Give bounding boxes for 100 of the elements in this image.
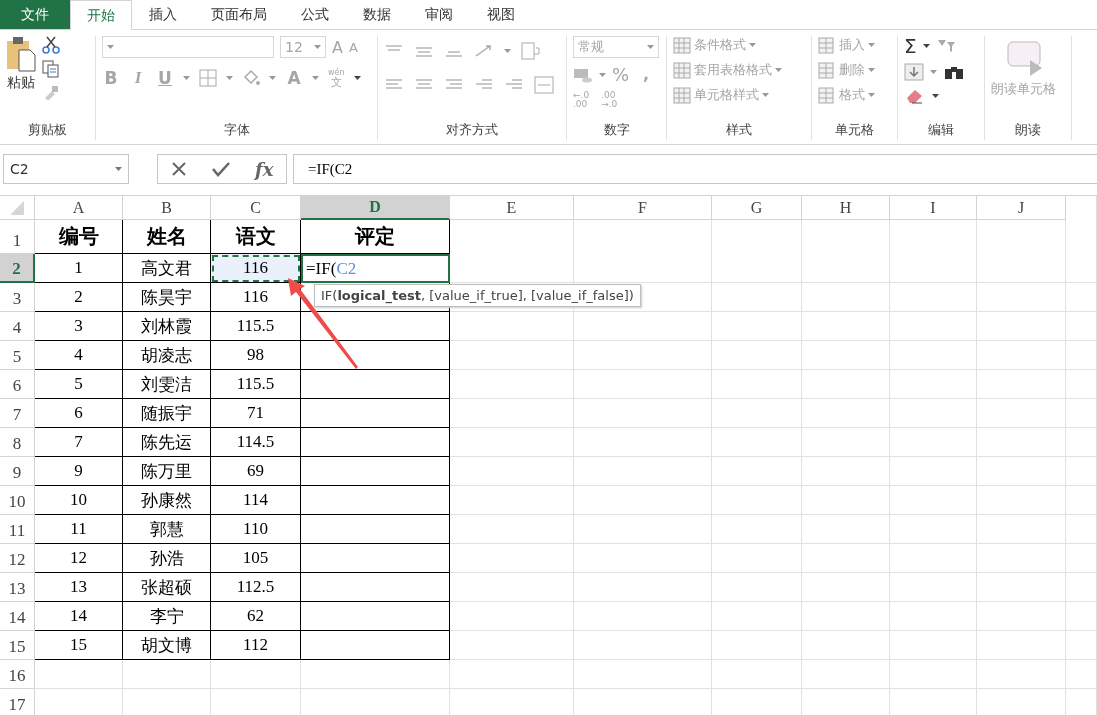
table-cell: 112.5 <box>211 573 301 602</box>
table-cell: 11 <box>35 515 123 544</box>
table-cell: 4 <box>35 341 123 370</box>
table-cell: 14 <box>35 602 123 631</box>
table-cell: 12 <box>35 544 123 573</box>
table-cell: 孙康然 <box>123 486 211 515</box>
group-label: 编辑 <box>927 121 955 139</box>
table-cell: 孙浩 <box>123 544 211 573</box>
column-header[interactable]: J <box>977 196 1066 220</box>
table-cell: 刘林霞 <box>123 312 211 341</box>
row-header[interactable]: 4 <box>0 312 35 341</box>
ribbon-tab[interactable]: 审阅 <box>408 0 470 29</box>
table-grid-icon <box>673 86 691 104</box>
table-cell: 116 <box>211 254 301 283</box>
ribbon-tab[interactable]: 公式 <box>284 0 346 29</box>
table-cell: 98 <box>211 341 301 370</box>
column-header[interactable]: E <box>450 196 574 220</box>
table-cell: 62 <box>211 602 301 631</box>
table-cell: 陈昊宇 <box>123 283 211 312</box>
insert-function-button[interactable]: fx <box>254 158 274 180</box>
select-all-corner-icon[interactable] <box>10 200 24 215</box>
group-label: 字体 <box>222 121 251 139</box>
row-header[interactable]: 3 <box>0 283 35 312</box>
row-header[interactable]: 15 <box>0 631 35 660</box>
cancel-icon[interactable] <box>170 161 187 177</box>
dropdown-caret-icon[interactable] <box>115 167 122 171</box>
table-cell: 69 <box>211 457 301 486</box>
row-header[interactable]: 6 <box>0 370 35 399</box>
row-header[interactable]: 8 <box>0 428 35 457</box>
table-grid-icon <box>673 36 691 54</box>
group-label: 样式 <box>725 121 753 139</box>
row-header[interactable]: 12 <box>0 544 35 573</box>
check-icon[interactable] <box>211 161 230 177</box>
row-header[interactable]: 7 <box>0 399 35 428</box>
row-header[interactable]: 5 <box>0 341 35 370</box>
ribbon-tab[interactable]: 插入 <box>132 0 194 29</box>
clipboard-icon <box>6 36 36 72</box>
table-cell: 刘雯洁 <box>123 370 211 399</box>
function-tooltip: IF(logical_test, [value_if_true], [value_if_false]) <box>314 284 641 307</box>
group-label: 剪贴板 <box>27 121 68 139</box>
table-cell: 114.5 <box>211 428 301 457</box>
group-label: 数字 <box>602 121 631 139</box>
column-title: 编号 <box>35 220 123 254</box>
column-header[interactable]: G <box>712 196 802 220</box>
cells-icon <box>818 86 836 104</box>
table-cell: 李宁 <box>123 602 211 631</box>
column-title: 评定 <box>301 220 450 254</box>
table-cell: 随振宇 <box>123 399 211 428</box>
table-cell: 71 <box>211 399 301 428</box>
group-label: 对齐方式 <box>445 121 499 139</box>
row-header[interactable]: 11 <box>0 515 35 544</box>
table-cell: 110 <box>211 515 301 544</box>
formula-text: =IF( <box>306 258 337 279</box>
column-header[interactable]: H <box>802 196 890 220</box>
cells-icon <box>818 36 836 54</box>
table-cell: 105 <box>211 544 301 573</box>
cell-reference: C2 <box>336 258 357 279</box>
name-box[interactable]: C2 <box>3 154 129 184</box>
ribbon-tab[interactable]: 数据 <box>346 0 408 29</box>
table-grid-icon <box>673 61 691 79</box>
column-header[interactable]: D <box>301 196 450 220</box>
column-header[interactable]: B <box>123 196 211 220</box>
row-header[interactable]: 14 <box>0 602 35 631</box>
row-header[interactable]: 13 <box>0 573 35 602</box>
table-cell: 13 <box>35 573 123 602</box>
row-header[interactable]: 2 <box>0 254 35 283</box>
column-header[interactable]: A <box>35 196 123 220</box>
group-label: 朗读 <box>1014 121 1042 139</box>
ribbon-tab[interactable]: 视图 <box>470 0 532 29</box>
cell-editor[interactable]: =IF(C2 <box>301 254 450 283</box>
table-cell: 114 <box>211 486 301 515</box>
row-header[interactable]: 16 <box>0 660 35 689</box>
column-header[interactable]: F <box>574 196 712 220</box>
table-cell: 胡凌志 <box>123 341 211 370</box>
table-cell: 115.5 <box>211 370 301 399</box>
table-cell: 15 <box>35 631 123 660</box>
row-header[interactable]: 1 <box>0 220 35 254</box>
table-cell: 陈先运 <box>123 428 211 457</box>
table-cell: 陈万里 <box>123 457 211 486</box>
table-cell: 胡文博 <box>123 631 211 660</box>
table-cell: 2 <box>35 283 123 312</box>
table-cell: 115.5 <box>211 312 301 341</box>
table-cell: 6 <box>35 399 123 428</box>
table-cell: 1 <box>35 254 123 283</box>
row-header[interactable]: 10 <box>0 486 35 515</box>
column-title: 姓名 <box>123 220 211 254</box>
table-cell: 7 <box>35 428 123 457</box>
row-header[interactable]: 9 <box>0 457 35 486</box>
column-header[interactable]: I <box>890 196 977 220</box>
cells-icon <box>818 61 836 79</box>
group-label: 单元格 <box>834 121 875 139</box>
table-cell: 9 <box>35 457 123 486</box>
ribbon-tab[interactable]: 开始 <box>70 0 132 30</box>
table-cell: 张超硕 <box>123 573 211 602</box>
file-menu-tab[interactable]: 文件 <box>0 0 70 29</box>
formula-field[interactable]: =IF(C2 <box>293 154 1097 184</box>
table-cell: 112 <box>211 631 301 660</box>
ribbon-tab[interactable]: 页面布局 <box>194 0 284 29</box>
column-header[interactable]: C <box>211 196 301 220</box>
table-cell: 郭慧 <box>123 515 211 544</box>
